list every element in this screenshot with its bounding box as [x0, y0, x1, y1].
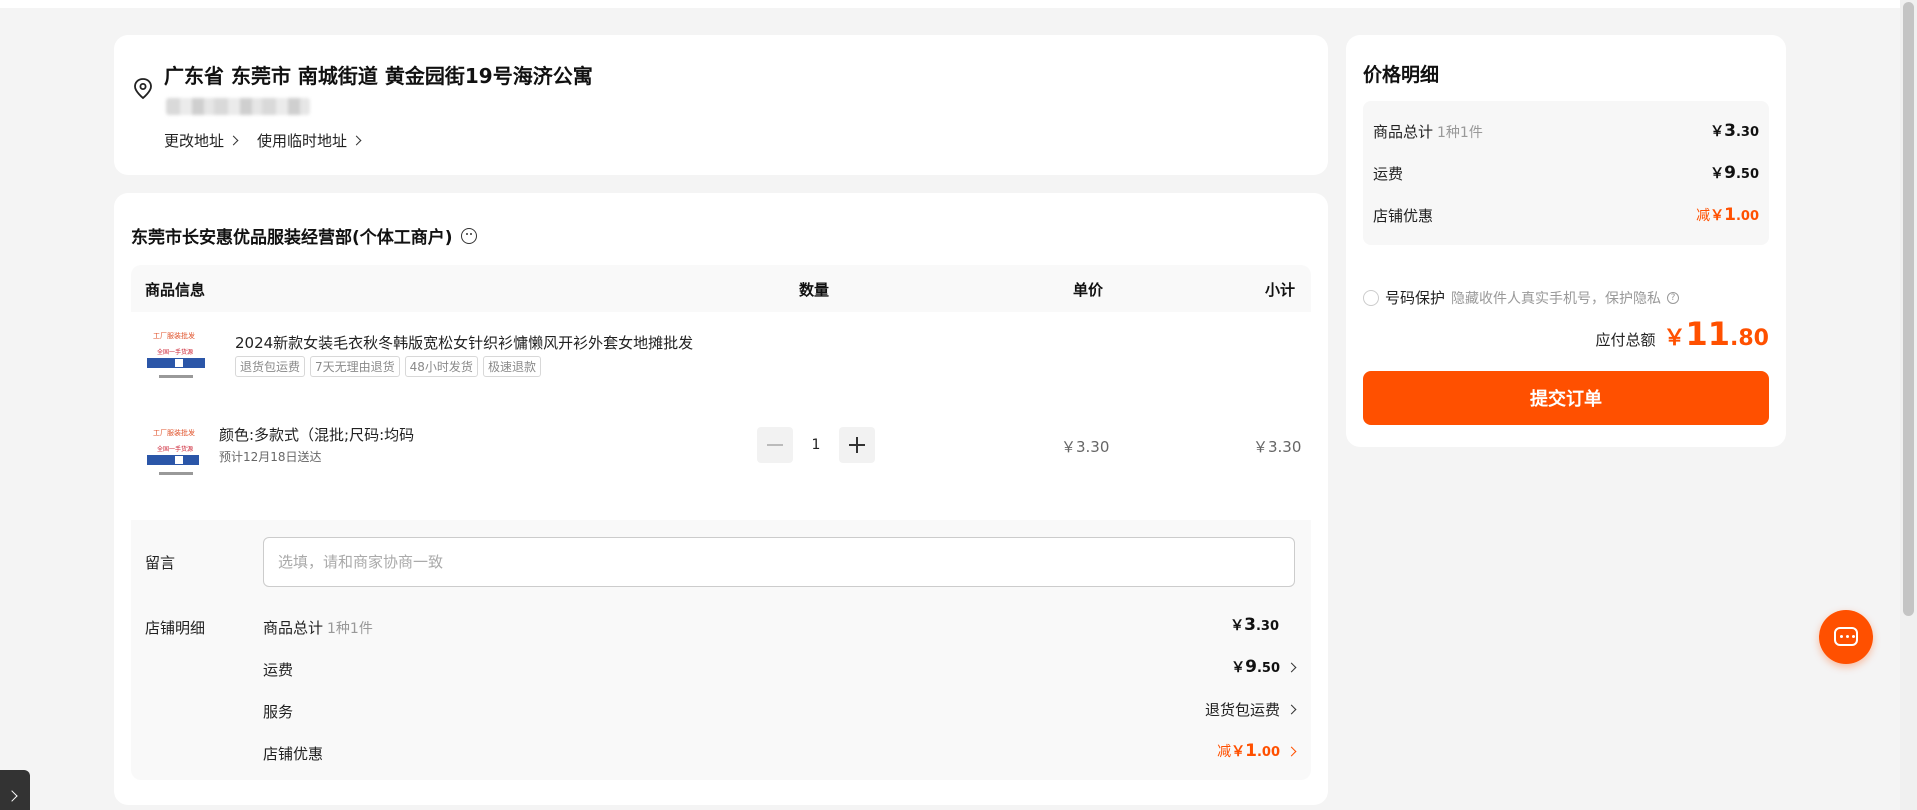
product-row: 工厂服装批发 全国一手货源 2024新款女装毛衣秋冬韩版宽松女针织衫慵懒风开衫外… [131, 312, 1311, 520]
price-shipping-row: 运费 ￥9.50 [1373, 163, 1759, 183]
shop-detail-label: 店铺明细 [145, 619, 206, 637]
subtotal: ￥3.30 [1253, 438, 1302, 456]
detail-shipping-amount: ￥9.50 [1231, 657, 1297, 677]
note-label: 留言 [145, 554, 176, 572]
shop-name[interactable]: 东莞市长安惠优品服装经营部(个体工商户) [131, 223, 477, 248]
submit-order-button[interactable]: 提交订单 [1363, 371, 1769, 425]
col-unit-price: 单价 [1073, 281, 1104, 299]
shop-order-card: 东莞市长安惠优品服装经营部(个体工商户) 商品信息 数量 单价 小计 工厂服装批… [114, 193, 1328, 805]
detail-discount-amount: 减￥1.00 [1217, 741, 1297, 761]
tag: 7天无理由退货 [310, 356, 400, 377]
tag: 48小时发货 [404, 356, 478, 377]
col-qty: 数量 [799, 281, 830, 299]
chevron-right-icon [1286, 704, 1297, 715]
detail-service-row[interactable]: 服务 退货包运费 [263, 699, 1297, 723]
table-header: 商品信息 数量 单价 小计 [131, 265, 1311, 312]
note-input[interactable] [263, 537, 1295, 587]
chat-button[interactable] [1819, 610, 1873, 664]
question-icon[interactable]: ? [1667, 291, 1680, 304]
top-bar [0, 0, 1900, 8]
detail-shipping-row[interactable]: 运费 ￥9.50 [263, 657, 1297, 681]
price-detail-title: 价格明细 [1363, 64, 1440, 86]
product-tags: 退货包运费 7天无理由退货 48小时发货 极速退款 [235, 356, 541, 377]
order-panel: 商品信息 数量 单价 小计 工厂服装批发 全国一手货源 2024新款女装毛衣秋冬… [131, 265, 1311, 780]
product-image[interactable]: 工厂服装批发 全国一手货源 [145, 325, 207, 387]
smile-icon[interactable] [460, 227, 477, 244]
scrollbar-thumb[interactable] [1903, 2, 1914, 616]
chevron-right-icon [351, 135, 362, 146]
plus-icon[interactable] [839, 427, 875, 463]
chevron-right-icon [228, 135, 239, 146]
service-value: 退货包运费 [1204, 701, 1280, 719]
detail-goods-row: 商品总计 1种1件 ￥3.30 [263, 615, 1279, 637]
col-info: 商品信息 [145, 281, 206, 299]
tag: 退货包运费 [235, 356, 306, 377]
detail-goods-amount: ￥3.30 [1230, 615, 1279, 635]
col-subtotal: 小计 [1265, 281, 1296, 299]
delivery-eta: 预计12月18日送达 [219, 450, 322, 464]
side-expand-tab[interactable] [0, 770, 30, 810]
price-breakdown: 商品总计 1种1件 ￥3.30 运费 ￥9.50 店铺优惠 减￥1.00 [1363, 101, 1769, 245]
price-discount-row: 店铺优惠 减￥1.00 [1373, 205, 1759, 225]
quantity-stepper: 1 [757, 427, 875, 463]
unit-price: ￥3.30 [1061, 438, 1110, 456]
protection-radio[interactable] [1363, 289, 1379, 306]
price-detail-card: 价格明细 商品总计 1种1件 ￥3.30 运费 ￥9.50 店铺优惠 减￥1.00… [1346, 35, 1786, 447]
detail-discount-row[interactable]: 店铺优惠 减￥1.00 [263, 741, 1297, 765]
minus-icon[interactable] [757, 427, 793, 463]
product-title[interactable]: 2024新款女装毛衣秋冬韩版宽松女针织衫慵懒风开衫外套女地摊批发 [235, 332, 693, 353]
total-amount: 应付总额 ￥11.80 [1595, 315, 1769, 353]
blurred-contact [166, 98, 310, 115]
number-protection: 号码保护 隐藏收件人真实手机号，保护隐私 ? [1363, 287, 1680, 308]
price-goods-row: 商品总计 1种1件 ￥3.30 [1373, 121, 1759, 141]
temp-address-link[interactable]: 使用临时地址 [257, 130, 362, 151]
quantity-value[interactable]: 1 [793, 437, 839, 453]
chat-icon [1834, 627, 1858, 646]
chevron-right-icon [1286, 746, 1297, 756]
address-card: 广东省 东莞市 南城街道 黄金园街19号海济公寓 更改地址 使用临时地址 [114, 35, 1328, 175]
location-pin-icon [134, 78, 152, 100]
change-address-link[interactable]: 更改地址 [164, 130, 239, 151]
sku-image[interactable]: 工厂服装批发 全国一手货源 [145, 422, 201, 478]
address-text: 广东省 东莞市 南城街道 黄金园街19号海济公寓 [164, 64, 593, 88]
chevron-right-icon [1286, 662, 1297, 672]
tag: 极速退款 [482, 356, 541, 377]
sku-spec: 颜色:多款式（混批;尺码:均码 [219, 426, 415, 444]
